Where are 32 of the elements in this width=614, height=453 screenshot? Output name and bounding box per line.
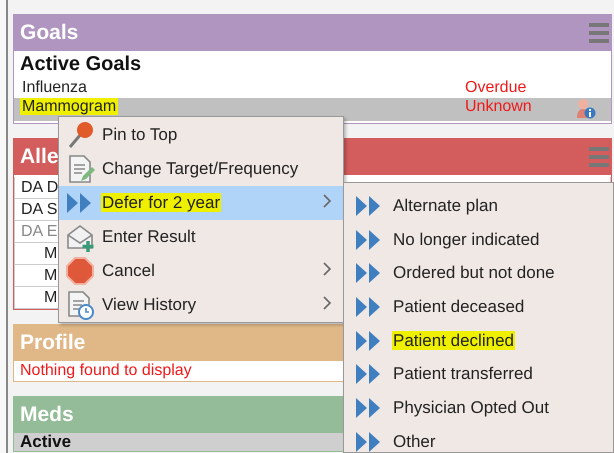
section-title: Alle <box>20 145 59 169</box>
person-info-icon[interactable] <box>574 98 596 119</box>
menu-icon[interactable] <box>589 145 609 169</box>
goal-status: Unknown <box>465 98 533 115</box>
menu-label: Pin to Top <box>101 125 178 144</box>
menu-item[interactable]: Patient transferred <box>344 357 613 392</box>
menu-label: Patient declined <box>392 330 515 350</box>
menu-icon[interactable] <box>589 21 609 45</box>
menu-item[interactable]: Patient declined <box>344 324 613 358</box>
menu-label: Physician Opted Out <box>392 398 550 417</box>
menu-item[interactable]: Physician Opted Out <box>344 391 613 425</box>
stop-icon <box>65 256 95 286</box>
menu-item[interactable]: Pin to Top <box>59 118 343 152</box>
goal-row[interactable]: Influenza Overdue <box>14 77 611 98</box>
menu-label: Ordered but not done <box>392 263 556 282</box>
menu-label: Defer for 2 year <box>101 193 222 212</box>
menu-label: Other <box>392 432 437 451</box>
menu-item[interactable]: Defer for 2 year <box>59 186 343 220</box>
list-heading: Active Goals <box>19 52 142 77</box>
section-title: Goals <box>20 21 78 45</box>
section-title: Meds <box>20 403 74 427</box>
document-clock-icon <box>65 290 95 320</box>
envelope-plus-icon <box>65 222 95 252</box>
goal-name: Influenza <box>21 78 88 96</box>
menu-label: Change Target/Frequency <box>101 159 300 178</box>
goal-name: Mammogram <box>20 98 118 115</box>
goal-row[interactable]: Mammogram Unknown <box>14 98 611 121</box>
menu-label: Patient transferred <box>392 364 534 384</box>
menu-label: Enter Result <box>101 227 197 246</box>
goal-status: Overdue <box>465 78 528 96</box>
empty-message: Nothing found to display <box>20 362 192 379</box>
section-title: Profile <box>20 331 86 355</box>
